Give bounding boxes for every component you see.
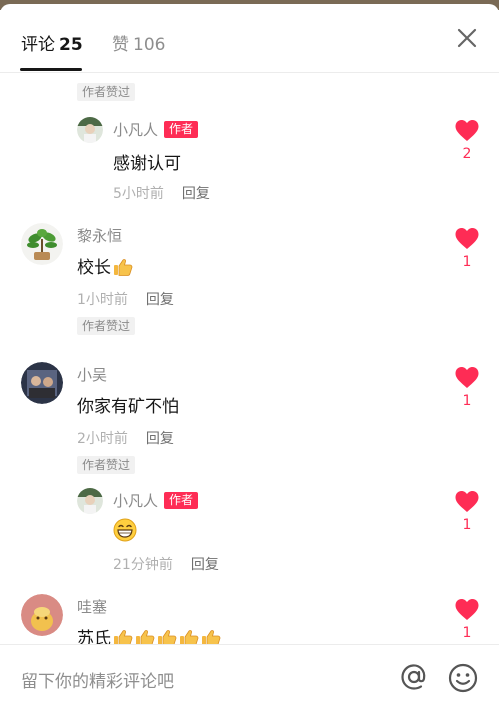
like-button[interactable]: 1	[453, 598, 481, 641]
thumbs-up-emoji	[158, 630, 177, 644]
comment-time: 21分钟前	[113, 557, 173, 573]
like-button[interactable]: 1	[453, 227, 481, 270]
comment-meta: 1小时前 回复	[77, 289, 174, 309]
avatar[interactable]	[21, 223, 63, 265]
author-badge: 作者	[164, 121, 199, 138]
heart-icon	[455, 491, 479, 512]
comment-meta: 21分钟前 回复	[113, 554, 219, 574]
reply-button[interactable]: 回复	[146, 431, 174, 447]
like-button[interactable]: 2	[453, 119, 481, 162]
tab-comments[interactable]: 评论 25	[21, 30, 83, 55]
author-liked-tag: 作者赞过	[77, 83, 136, 101]
tab-likes[interactable]: 赞 106	[112, 30, 165, 55]
comment-time: 2小时前	[77, 431, 128, 447]
avatar[interactable]	[77, 117, 103, 143]
close-button[interactable]	[455, 26, 479, 50]
comment-list[interactable]: 作者赞过 小凡人 作者 感谢认可 5小时前 回复 2 黎永恒 校长 1小时前 回…	[0, 73, 499, 644]
tab-likes-count: 106	[133, 35, 166, 55]
heart-icon	[455, 367, 479, 388]
like-count: 2	[462, 146, 472, 162]
reply-button[interactable]: 回复	[191, 557, 219, 573]
commenter-name-text: 小吴	[77, 366, 108, 384]
like-count: 1	[462, 393, 472, 409]
comment-text	[113, 518, 137, 543]
sheet-header: 评论 25 赞 106	[0, 4, 499, 73]
comment-time: 1小时前	[77, 292, 128, 308]
commenter-name[interactable]: 黎永恒	[77, 225, 122, 246]
commenter-name-text: 黎永恒	[77, 227, 123, 245]
avatar[interactable]	[21, 362, 63, 404]
comment-text: 苏氏	[77, 624, 221, 644]
reply-button[interactable]: 回复	[146, 292, 174, 308]
thumbs-up-emoji	[136, 630, 155, 644]
comment-text-content: 校长	[77, 258, 111, 278]
reply-button[interactable]: 回复	[182, 186, 210, 202]
plant-avatar-image	[21, 223, 63, 265]
author-liked-tag: 作者赞过	[77, 456, 136, 474]
commenter-name-text: 小凡人	[113, 492, 159, 510]
commenter-name[interactable]: 小吴	[77, 364, 107, 385]
comment-text: 校长	[77, 253, 133, 278]
commenter-name-text: 哇塞	[77, 598, 108, 616]
like-count: 1	[462, 254, 472, 270]
active-tab-indicator	[20, 68, 82, 71]
avatar[interactable]	[77, 488, 103, 514]
author-avatar-image	[77, 117, 103, 143]
tab-comments-label: 评论	[21, 35, 55, 55]
comment-text: 感谢认可	[113, 154, 181, 174]
mention-button[interactable]	[398, 661, 430, 693]
heart-icon	[455, 120, 479, 141]
thumbs-up-emoji	[180, 630, 199, 644]
commenter-name-text: 小凡人	[113, 121, 159, 139]
grin-emoji	[113, 518, 137, 542]
author-liked-tag: 作者赞过	[77, 317, 136, 335]
comment-meta: 2小时前 回复	[77, 428, 174, 448]
commenter-name[interactable]: 小凡人 作者	[113, 490, 199, 511]
thumbs-up-emoji	[114, 630, 133, 644]
emoji-button[interactable]	[448, 663, 478, 693]
author-badge: 作者	[164, 492, 199, 509]
like-count: 1	[462, 517, 472, 533]
tab-likes-label: 赞	[112, 35, 129, 55]
comment-text-content: 苏氏	[77, 629, 111, 644]
author-avatar-image	[77, 488, 103, 514]
like-count: 1	[462, 625, 472, 641]
emoji-icon	[448, 663, 478, 693]
commenter-name[interactable]: 小凡人 作者	[113, 119, 199, 140]
heart-icon	[455, 228, 479, 249]
cartoon-avatar-image	[21, 594, 63, 636]
comment-input[interactable]: 留下你的精彩评论吧	[21, 667, 174, 692]
like-button[interactable]: 1	[453, 366, 481, 409]
avatar[interactable]	[21, 594, 63, 636]
comment-meta: 5小时前 回复	[113, 183, 210, 203]
comments-sheet: 评论 25 赞 106 作者赞过 小凡人 作者 感谢认可 5小时前 回复 2 黎…	[0, 4, 499, 707]
comment-input-bar: 留下你的精彩评论吧	[0, 644, 499, 707]
thumbs-up-emoji	[114, 259, 133, 276]
heart-icon	[455, 599, 479, 620]
at-icon	[401, 664, 426, 690]
comment-text: 你家有矿不怕	[77, 397, 179, 417]
comment-time: 5小时前	[113, 186, 164, 202]
tab-comments-count: 25	[59, 35, 83, 55]
commenter-name[interactable]: 哇塞	[77, 596, 107, 617]
person-avatar-image	[21, 362, 63, 404]
like-button[interactable]: 1	[453, 490, 481, 533]
close-icon	[457, 28, 477, 48]
thumbs-up-emoji	[202, 630, 221, 644]
